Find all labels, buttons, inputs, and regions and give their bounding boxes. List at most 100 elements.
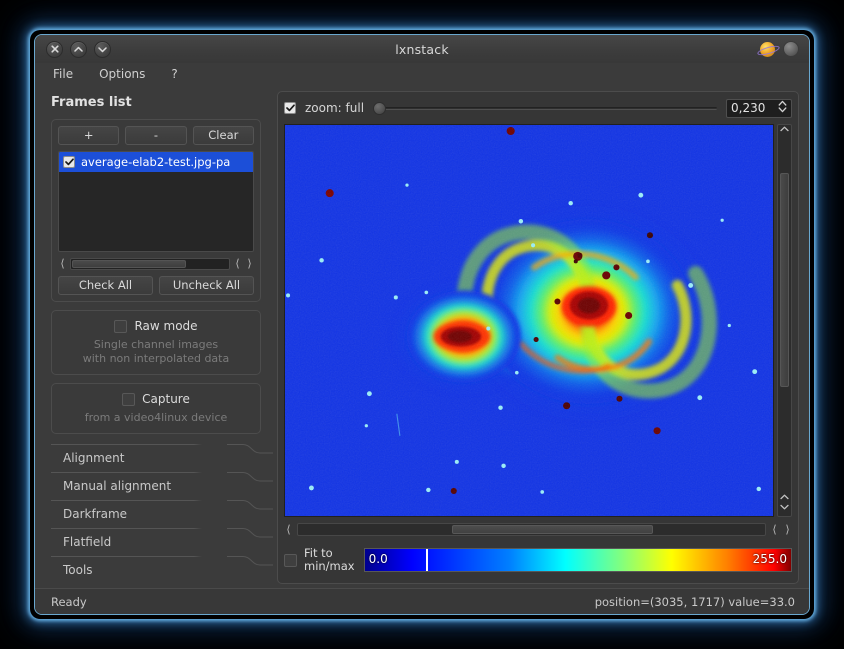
tab-slant-divider	[227, 528, 273, 538]
sidebar-item-label: Alignment	[63, 451, 125, 465]
zoom-toolbar: zoom: full 0,230	[284, 98, 792, 118]
colorbar-marker[interactable]	[426, 549, 429, 571]
image-viewer: zoom: full 0,230 ⟨ ⟨ ⟩ Fit to min/max 0.…	[277, 91, 799, 584]
tab-slant-divider	[227, 500, 273, 510]
sidebar-item-label: Flatfield	[63, 535, 112, 549]
sidebar-item-darkframe[interactable]: Darkframe	[51, 500, 273, 528]
fit-label-line2: min/max	[304, 559, 355, 573]
list-item[interactable]: average-elab2-test.jpg-pa	[59, 152, 253, 172]
sidebar-item-flatfield[interactable]: Flatfield	[51, 528, 273, 556]
astronomy-image	[285, 125, 773, 516]
menubar: File Options ?	[35, 63, 809, 85]
sidebar-item-tools[interactable]: Tools	[51, 556, 273, 584]
sidebar-item-label: Darkframe	[63, 507, 128, 521]
frames-listbox[interactable]: average-elab2-test.jpg-pa	[58, 151, 254, 252]
chevron-up-icon-2[interactable]	[780, 493, 789, 503]
raw-mode-description-line1: Single channel images	[93, 338, 219, 351]
colorbar-row: Fit to min/max 0.0 255.0	[284, 543, 792, 577]
sidebar-item-label: Manual alignment	[63, 479, 172, 493]
remove-frame-button[interactable]: -	[125, 126, 187, 145]
application-window: lxnstack File Options ? Frames list + - …	[34, 34, 810, 615]
check-buttons-row: Check All Uncheck All	[58, 276, 254, 295]
frames-hscrollbar[interactable]: ⟨ ⟨ ⟩	[58, 257, 254, 270]
checkbox-icon[interactable]	[122, 392, 136, 406]
scroll-track[interactable]	[297, 522, 766, 536]
menu-item-options[interactable]: Options	[97, 66, 147, 82]
chevron-left-icon-2[interactable]: ⟨	[770, 523, 779, 536]
maximize-button[interactable]	[70, 40, 87, 58]
colorbar-max-value: 255.0	[752, 552, 787, 566]
chevron-right-icon[interactable]: ⟩	[245, 257, 254, 270]
checkbox-icon[interactable]	[284, 553, 297, 567]
chevron-left-icon[interactable]: ⟨	[58, 257, 67, 270]
menu-item-file[interactable]: File	[51, 66, 75, 82]
chevron-right-icon[interactable]: ⟩	[783, 523, 792, 536]
raw-mode-group: Raw mode Single channel images with non …	[51, 310, 261, 375]
check-all-button[interactable]: Check All	[58, 276, 153, 295]
page-title: Frames list	[51, 95, 132, 110]
sidebar-item-alignment[interactable]: Alignment	[51, 444, 273, 472]
image-vscrollbar[interactable]	[777, 124, 792, 517]
window-title: lxnstack	[395, 41, 449, 57]
uncheck-all-button[interactable]: Uncheck All	[159, 276, 254, 295]
canvas-row	[284, 124, 792, 517]
statusbar: Ready position=(3035, 1717) value=33.0	[35, 588, 809, 614]
close-button[interactable]	[46, 40, 63, 58]
image-canvas[interactable]	[284, 124, 774, 517]
slider-knob[interactable]	[373, 101, 387, 115]
tab-slant-divider	[227, 472, 273, 482]
scroll-track[interactable]	[70, 257, 230, 270]
scroll-thumb[interactable]	[780, 173, 789, 387]
capture-label: Capture	[142, 392, 190, 406]
zoom-label: zoom: full	[305, 101, 365, 115]
titlebar-right-icons	[760, 41, 799, 57]
scroll-thumb[interactable]	[72, 259, 186, 268]
chevron-left-icon[interactable]: ⟨	[284, 523, 293, 536]
colorbar-gradient	[364, 549, 791, 571]
tab-slant-divider	[227, 556, 273, 566]
checkbox-icon[interactable]	[63, 156, 75, 168]
menu-item-help[interactable]: ?	[169, 66, 179, 82]
zoom-value: 0,230	[731, 101, 766, 115]
frames-list-group: + - Clear average-elab2-test.jpg-pa ⟨ ⟨ …	[51, 119, 261, 302]
fit-to-minmax-label: Fit to min/max	[304, 547, 355, 573]
viewer-panel: zoom: full 0,230 ⟨ ⟨ ⟩ Fit to min/max 0.…	[271, 85, 809, 588]
window-body: Frames list + - Clear average-elab2-test…	[35, 85, 809, 588]
status-message: Ready	[51, 594, 87, 609]
sidebar-tabs: Alignment Manual alignment Darkframe Fla…	[51, 444, 273, 584]
add-frame-button[interactable]: +	[58, 126, 120, 145]
raw-mode-description: Single channel images with non interpola…	[58, 338, 254, 366]
up-down-chevron-icon[interactable]	[778, 100, 787, 116]
slider-track[interactable]	[373, 106, 717, 110]
colorbar-min-value: 0.0	[368, 552, 388, 566]
chevron-up-icon[interactable]	[780, 125, 789, 135]
zoom-checkbox-icon[interactable]	[284, 102, 296, 114]
tab-slant-divider	[227, 444, 273, 454]
zoom-value-spinbox[interactable]: 0,230	[726, 98, 792, 118]
raw-mode-label: Raw mode	[134, 319, 198, 333]
raw-mode-toggle[interactable]: Raw mode	[58, 319, 254, 333]
image-hscrollbar[interactable]: ⟨ ⟨ ⟩	[284, 521, 792, 537]
planet-icon[interactable]	[760, 41, 775, 57]
chevron-down-icon[interactable]	[780, 503, 789, 513]
capture-description: from a video4linux device	[84, 411, 228, 424]
zoom-slider[interactable]	[373, 101, 717, 115]
sidebar-item-manual-alignment[interactable]: Manual alignment	[51, 472, 273, 500]
minimize-button[interactable]	[94, 40, 111, 58]
scroll-thumb[interactable]	[452, 524, 653, 534]
orb-icon[interactable]	[783, 41, 799, 57]
colorbar[interactable]: 0.0 255.0	[363, 548, 792, 572]
sidebar: Frames list + - Clear average-elab2-test…	[35, 85, 273, 588]
window-controls	[46, 40, 111, 58]
frame-buttons-row: + - Clear	[58, 126, 254, 145]
sidebar-item-label: Tools	[63, 563, 93, 577]
checkbox-icon[interactable]	[114, 319, 128, 333]
fit-to-minmax-toggle[interactable]: Fit to min/max	[284, 547, 355, 573]
clear-frames-button[interactable]: Clear	[192, 126, 254, 145]
capture-toggle[interactable]: Capture	[58, 392, 254, 406]
screen: lxnstack File Options ? Frames list + - …	[0, 0, 844, 649]
list-item-label: average-elab2-test.jpg-pa	[81, 155, 231, 169]
raw-mode-description-line2: with non interpolated data	[82, 352, 230, 365]
chevron-left-icon-2[interactable]: ⟨	[233, 257, 242, 270]
status-position-value: position=(3035, 1717) value=33.0	[594, 594, 795, 609]
